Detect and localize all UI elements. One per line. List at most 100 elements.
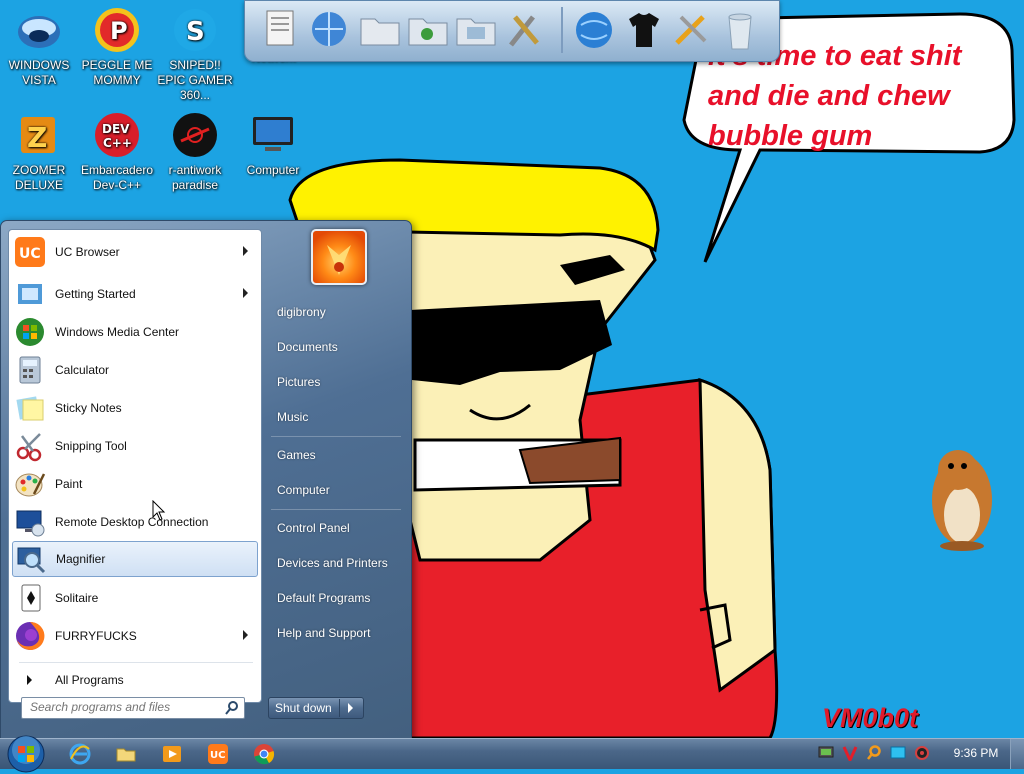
recycle-bin-icon[interactable]	[717, 7, 763, 53]
tools-icon[interactable]	[669, 7, 715, 53]
submenu-arrow-icon	[243, 288, 248, 298]
speech-line: and die and chew	[708, 80, 950, 112]
desktop-icon-label: ZOOMER DELUXE	[12, 163, 66, 192]
program-label: UC Browser	[55, 245, 120, 259]
search-icon[interactable]	[224, 700, 240, 716]
program-calculator[interactable]: Calculator	[12, 352, 258, 388]
sticky-notes-icon	[16, 396, 44, 421]
internet-explorer-icon	[69, 743, 91, 765]
start-link-computer[interactable]: Computer	[277, 483, 330, 497]
desktop-icon-skype-sniped[interactable]: S SNIPED!! EPIC GAMER 360...	[156, 6, 234, 103]
all-programs-label: All Programs	[55, 673, 124, 687]
speaker-icon[interactable]	[914, 745, 930, 761]
program-sticky-notes[interactable]: Sticky Notes	[12, 390, 258, 426]
shut-down-button[interactable]: Shut down	[268, 697, 364, 719]
program-solitaire[interactable]: Solitaire	[12, 580, 258, 616]
desktop-icon-zoomer-deluxe[interactable]: Z ZOOMER DELUXE	[0, 111, 78, 193]
uc-browser-icon: UC	[15, 237, 45, 267]
taskbar-internet-explorer[interactable]	[60, 741, 100, 767]
globe-icon[interactable]	[571, 7, 617, 53]
start-link-devices-printers[interactable]: Devices and Printers	[277, 556, 388, 570]
show-desktop-button[interactable]	[1010, 739, 1024, 769]
shared-folder-icon[interactable]	[405, 7, 451, 53]
program-label: Paint	[55, 477, 83, 491]
top-dock	[244, 0, 780, 62]
start-link-documents[interactable]: Documents	[277, 340, 338, 354]
submenu-arrow-icon	[243, 630, 248, 640]
desktop-icon-label: WINDOWS VISTA	[8, 58, 70, 87]
program-label: Sticky Notes	[55, 401, 122, 415]
shut-down-divider	[339, 699, 340, 717]
media-player-icon	[163, 746, 181, 762]
search-input[interactable]	[22, 698, 220, 716]
shut-down-label: Shut down	[275, 701, 332, 715]
programs-divider	[19, 662, 253, 663]
taskbar-uc-browser[interactable]: UC	[198, 741, 238, 767]
tshirt-icon[interactable]	[621, 7, 667, 53]
search-tray-icon[interactable]	[866, 745, 882, 761]
desktop-icon-label: Embarcadero Dev-C++	[80, 163, 154, 192]
start-menu: UC UC Browser Getting Started Windows Me…	[0, 220, 412, 740]
document-icon[interactable]	[257, 7, 303, 53]
start-search-box[interactable]	[21, 697, 245, 719]
network-folder-icon[interactable]	[357, 7, 403, 53]
submenu-arrow-icon	[243, 246, 248, 256]
program-magnifier[interactable]: Magnifier	[12, 541, 258, 577]
computer-icon	[253, 117, 293, 151]
vista-orb-icon	[18, 16, 60, 48]
firefox-icon	[16, 621, 45, 650]
start-link-user[interactable]: digibrony	[277, 305, 326, 319]
taskbar-clock[interactable]: 9:36 PM	[952, 746, 1000, 760]
taskbar-chrome[interactable]	[244, 741, 284, 767]
start-link-pictures[interactable]: Pictures	[277, 375, 320, 389]
desktop-icon-antiwork[interactable]: r-antiwork paradise	[156, 111, 234, 193]
display-icon[interactable]	[890, 745, 906, 761]
start-link-control-panel[interactable]: Control Panel	[277, 521, 350, 535]
desktop-icon-computer[interactable]: Computer	[234, 111, 312, 178]
start-link-default-programs[interactable]: Default Programs	[277, 591, 370, 605]
taskbar-media-player[interactable]	[152, 741, 192, 767]
start-orb-button[interactable]	[6, 734, 46, 774]
tools-icon[interactable]	[501, 7, 547, 53]
program-getting-started[interactable]: Getting Started	[12, 276, 258, 312]
program-remote-desktop[interactable]: Remote Desktop Connection	[12, 504, 258, 540]
zoomer-icon: Z	[21, 117, 55, 154]
start-link-music[interactable]: Music	[277, 410, 308, 424]
all-programs-button[interactable]: All Programs	[12, 666, 258, 694]
chrome-icon	[254, 744, 275, 765]
taskbar: UC 9:36 PM	[0, 735, 1024, 773]
start-menu-places-pane: digibrony Documents Pictures Music Games…	[263, 221, 411, 739]
svg-text:P: P	[110, 17, 128, 45]
desktop-icon-windows-vista[interactable]: WINDOWS VISTA	[0, 6, 78, 88]
desktop-icon-peggle[interactable]: P PEGGLE ME MOMMY	[78, 6, 156, 88]
program-uc-browser[interactable]: UC UC Browser	[12, 234, 258, 270]
program-label: Getting Started	[55, 287, 136, 301]
expand-arrow-icon	[27, 675, 32, 685]
dock-separator	[561, 7, 563, 53]
network-globe-icon[interactable]	[307, 7, 353, 53]
start-link-help-support[interactable]: Help and Support	[277, 626, 370, 640]
calculator-icon	[19, 356, 41, 384]
antivirus-icon[interactable]	[842, 745, 858, 761]
places-divider	[271, 436, 401, 437]
svg-text:UC: UC	[19, 246, 41, 262]
photos-folder-icon[interactable]	[453, 7, 499, 53]
program-paint[interactable]: Paint	[12, 466, 258, 502]
network-monitor-icon[interactable]	[818, 745, 834, 761]
shut-down-options-arrow-icon[interactable]	[348, 703, 353, 713]
getting-started-icon	[18, 284, 42, 304]
desktop-icon-label: Computer	[246, 163, 300, 177]
taskbar-explorer[interactable]	[106, 741, 146, 767]
program-firefox[interactable]: FURRYFUCKS	[12, 618, 258, 654]
program-label: Magnifier	[56, 552, 106, 566]
program-windows-media-center[interactable]: Windows Media Center	[12, 314, 258, 350]
program-snipping-tool[interactable]: Snipping Tool	[12, 428, 258, 464]
scissors-icon	[16, 433, 42, 462]
paint-palette-icon	[15, 473, 46, 497]
desktop-icon-dev-cpp[interactable]: DEV C++ Embarcadero Dev-C++	[78, 111, 156, 193]
explorer-folder-icon	[116, 748, 136, 762]
desktop-icon-label: SNIPED!! EPIC GAMER 360...	[157, 58, 233, 102]
start-link-games[interactable]: Games	[277, 448, 316, 462]
uc-browser-icon: UC	[208, 744, 228, 764]
user-avatar[interactable]	[311, 229, 367, 285]
